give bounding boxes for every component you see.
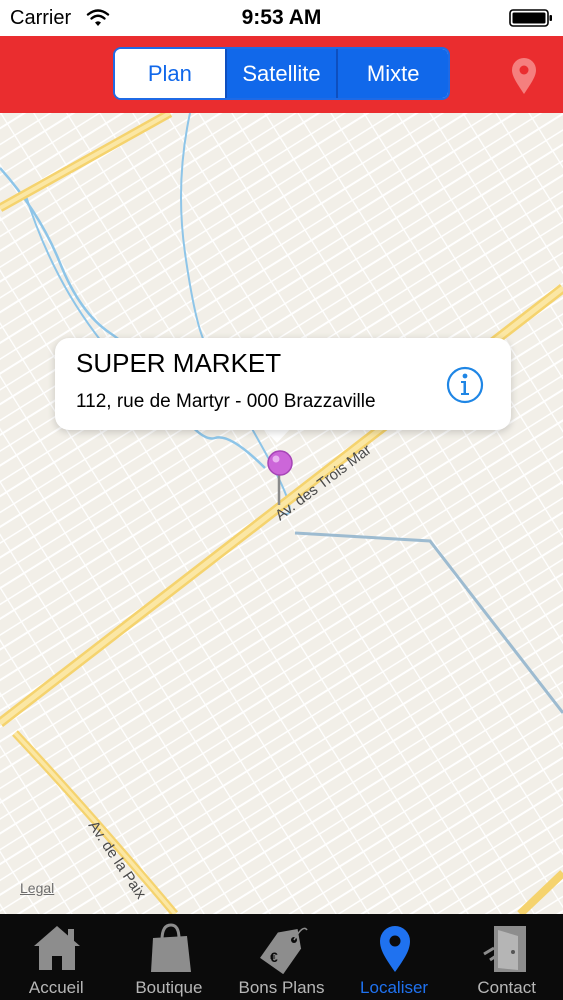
nav-bar: Plan Satellite Mixte [0,36,563,113]
tab-bons-plans[interactable]: € Bons Plans [225,914,338,1000]
map-view[interactable]: Av. des Trois Mar Av. de la Paix Legal [0,113,563,914]
tab-label: Accueil [28,978,84,997]
location-pin-icon[interactable] [506,56,542,96]
callout-title: SUPER MARKET [76,348,282,378]
legal-link[interactable]: Legal [20,880,54,896]
tab-boutique[interactable]: Boutique [113,914,226,1000]
map-callout[interactable]: SUPER MARKET 112, rue de Martyr - 000 Br… [55,338,511,430]
home-icon [34,926,80,970]
info-icon[interactable] [445,365,485,405]
door-exit-icon [483,926,527,972]
app-root: Carrier 9:53 AM Plan Satellite Mixte Av.… [0,0,563,1000]
battery-icon [509,9,552,27]
segment-satellite[interactable]: Satellite [224,49,337,98]
tab-label: Contact [477,978,536,997]
map-marker-pin[interactable] [267,450,293,476]
tab-accueil[interactable]: Accueil [0,914,113,1000]
tab-contact[interactable]: Contact [450,914,563,1000]
location-pin-icon [379,926,410,972]
callout-subtitle: 112, rue de Martyr - 000 Brazzaville [76,391,376,412]
segment-plan[interactable]: Plan [115,49,225,98]
shopping-bag-icon [150,923,191,972]
tab-bar: Accueil Boutique € Bons Plans Localiser [0,914,563,1000]
tab-label: Bons Plans [238,978,325,997]
tab-localiser[interactable]: Localiser [338,914,451,1000]
status-time: 9:53 AM [241,6,322,29]
price-tag-icon: € [260,927,308,974]
map-marker-highlight [272,455,280,463]
segment-mixte[interactable]: Mixte [336,49,448,98]
svg-text:€: € [270,949,278,965]
map-type-segmented-control: Plan Satellite Mixte [113,47,450,100]
map-canvas[interactable]: Av. des Trois Mar Av. de la Paix [0,113,563,914]
status-bar: Carrier 9:53 AM [0,0,563,36]
tab-label: Localiser [360,978,429,997]
tab-label: Boutique [135,978,203,997]
